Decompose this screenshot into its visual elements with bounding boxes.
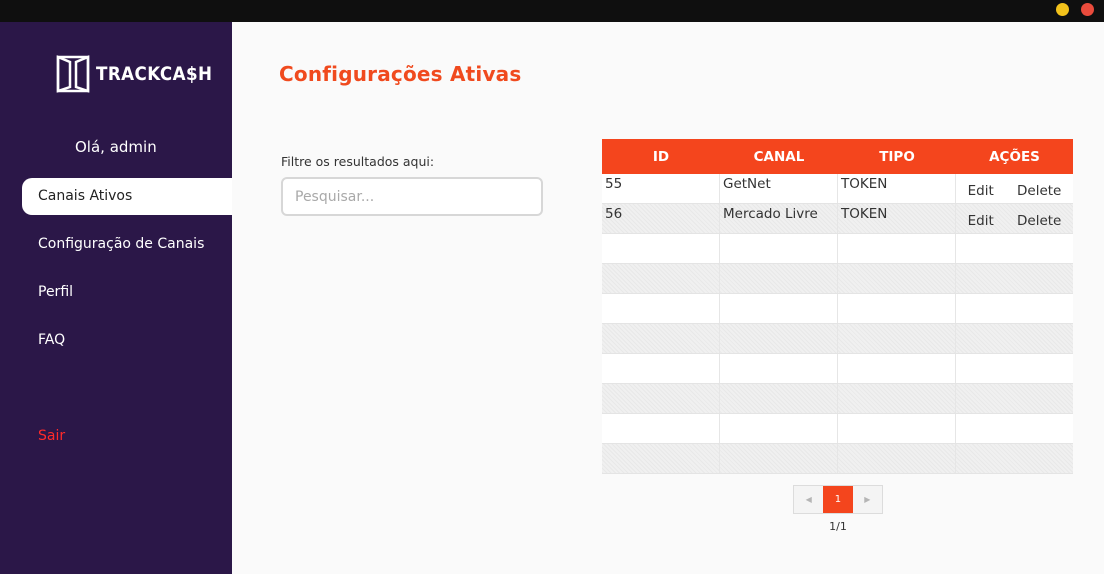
header-canal[interactable]: CANAL [720,149,838,165]
table-row: 55 GetNet TOKEN Edit Delete [602,174,1073,204]
empty-table-row [602,354,1073,384]
page-title: Configurações Ativas [279,62,522,86]
table-header: ID CANAL TIPO AÇÕES [602,139,1073,174]
header-tipo[interactable]: TIPO [838,149,956,165]
app-window: TRACKCA$H Olá, admin Canais Ativos Confi… [0,22,1104,574]
empty-table-row [602,234,1073,264]
header-id[interactable]: ID [602,149,720,165]
cell-tipo: TOKEN [838,204,956,233]
config-table: ID CANAL TIPO AÇÕES 55 GetNet TOKEN Edit… [602,139,1073,474]
greeting: Olá, admin [75,138,157,156]
delete-button[interactable]: Delete [1017,183,1061,199]
sidebar-item-faq[interactable]: FAQ [22,322,232,359]
table-row: 56 Mercado Livre TOKEN Edit Delete [602,204,1073,234]
sidebar-item-perfil[interactable]: Perfil [22,274,232,311]
empty-table-row [602,444,1073,474]
window-titlebar [0,0,1104,22]
header-acoes: AÇÕES [989,148,1040,165]
next-page-icon[interactable]: ▶ [853,486,882,513]
logo: TRACKCA$H [56,54,228,94]
cell-id: 55 [602,174,720,203]
empty-table-row [602,384,1073,414]
edit-button[interactable]: Edit [968,183,994,199]
close-button[interactable] [1081,3,1094,16]
cell-id: 56 [602,204,720,233]
empty-table-row [602,324,1073,354]
cell-actions: Edit Delete [956,204,1073,233]
cell-tipo: TOKEN [838,174,956,203]
empty-table-row [602,294,1073,324]
logo-text: TRACKCA$H [96,63,213,85]
logout-link[interactable]: Sair [22,418,232,455]
empty-table-row [602,414,1073,444]
cell-canal: GetNet [720,174,838,203]
filter-label: Filtre os resultados aqui: [281,154,435,169]
pagination: ◀ 1 ▶ [793,485,883,514]
cell-actions: Edit Delete [956,174,1073,203]
logo-door-icon [56,55,90,93]
delete-button[interactable]: Delete [1017,213,1061,229]
sidebar-item-canais-ativos[interactable]: Canais Ativos [22,178,232,215]
cell-canal: Mercado Livre [720,204,838,233]
sidebar-item-configuracao-de-canais[interactable]: Configuração de Canais [22,226,232,263]
edit-button[interactable]: Edit [968,213,994,229]
minimize-button[interactable] [1056,3,1069,16]
search-input[interactable] [281,177,543,216]
prev-page-icon[interactable]: ◀ [794,486,823,513]
page-button-current[interactable]: 1 [823,486,853,513]
page-info: 1/1 [829,520,847,533]
sidebar: TRACKCA$H Olá, admin Canais Ativos Confi… [0,22,232,574]
empty-table-row [602,264,1073,294]
